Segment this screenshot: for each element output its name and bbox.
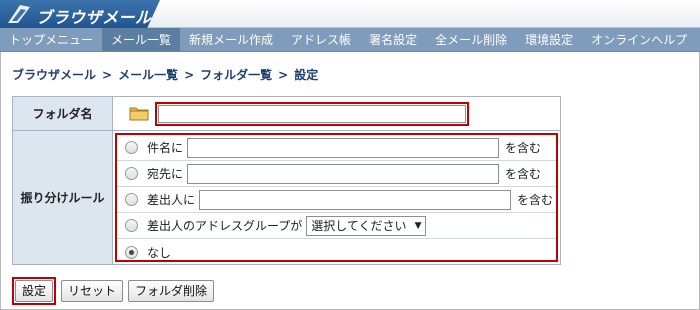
to-input[interactable] xyxy=(187,163,500,184)
address-group-label: 差出人のアドレスグループが xyxy=(147,219,303,233)
breadcrumb-item-folder-list[interactable]: フォルダ一覧 xyxy=(200,68,272,82)
nav-item-signature[interactable]: 署名設定 xyxy=(360,28,426,51)
set-button-highlight: 設定 xyxy=(12,277,57,305)
logo-icon xyxy=(8,5,30,23)
subject-suffix: を含む xyxy=(505,141,542,155)
rule-to: 宛先に を含む xyxy=(117,161,556,187)
folder-icon xyxy=(129,107,149,121)
sort-rules-highlight: 件名に を含む 宛先に を含む 差出人に を含む 差出人のアドレスグループが 選… xyxy=(115,133,558,262)
rule-address-group: 差出人のアドレスグループが 選択してください ▼ xyxy=(117,213,556,239)
folder-name-input[interactable] xyxy=(158,105,466,123)
nav-item-delete-all[interactable]: 全メール削除 xyxy=(426,28,516,51)
nav-item-top-menu[interactable]: トップメニュー xyxy=(0,28,102,51)
breadcrumb-separator: > xyxy=(184,68,195,82)
none-label: なし xyxy=(147,245,172,260)
main-nav: トップメニュー メール一覧 新規メール作成 アドレス帳 署名設定 全メール削除 … xyxy=(0,28,700,52)
breadcrumb-item-mail-list[interactable]: メール一覧 xyxy=(118,68,178,82)
subject-input[interactable] xyxy=(187,137,500,158)
sort-rules-label: 振り分けルール xyxy=(13,131,113,264)
to-label: 宛先に xyxy=(147,167,184,181)
nav-item-address-book[interactable]: アドレス帳 xyxy=(282,28,360,51)
address-group-radio[interactable] xyxy=(125,219,138,232)
reset-button[interactable]: リセット xyxy=(61,280,124,302)
address-group-select-value: 選択してください xyxy=(311,219,407,233)
subject-radio[interactable] xyxy=(125,141,138,154)
subject-label: 件名に xyxy=(147,141,184,155)
sort-rules-row: 振り分けルール 件名に を含む 宛先に を含む 差出人に を含む 差出人のアドレ… xyxy=(12,130,561,265)
action-buttons: 設定 リセット フォルダ削除 xyxy=(12,277,215,305)
breadcrumb-separator: > xyxy=(102,68,113,82)
to-suffix: を含む xyxy=(505,167,542,181)
from-input[interactable] xyxy=(199,189,512,210)
delete-folder-button[interactable]: フォルダ削除 xyxy=(128,280,215,302)
nav-item-settings[interactable]: 環境設定 xyxy=(516,28,582,51)
title-bar: ブラウザメール xyxy=(0,0,700,28)
from-label: 差出人に xyxy=(147,193,196,207)
folder-name-highlight xyxy=(155,102,469,126)
app-title: ブラウザメール xyxy=(36,8,152,27)
chevron-down-icon: ▼ xyxy=(414,220,422,231)
breadcrumb-item-settings: 設定 xyxy=(294,68,319,82)
set-button[interactable]: 設定 xyxy=(15,280,54,302)
folder-name-label: フォルダ名 xyxy=(13,97,113,130)
nav-item-mail-list[interactable]: メール一覧 xyxy=(102,28,181,51)
breadcrumb: ブラウザメール > メール一覧 > フォルダ一覧 > 設定 xyxy=(12,66,318,83)
from-radio[interactable] xyxy=(125,193,138,206)
from-suffix: を含む xyxy=(517,193,554,207)
address-group-select[interactable]: 選択してください ▼ xyxy=(306,215,427,236)
to-radio[interactable] xyxy=(125,167,138,180)
rule-subject: 件名に を含む xyxy=(117,135,556,161)
breadcrumb-item-browser-mail[interactable]: ブラウザメール xyxy=(12,68,96,82)
none-radio[interactable] xyxy=(125,245,138,259)
breadcrumb-separator: > xyxy=(278,68,289,82)
nav-item-new-mail[interactable]: 新規メール作成 xyxy=(180,28,282,51)
rule-none: なし xyxy=(117,239,556,265)
nav-item-online-help[interactable]: オンラインヘルプ xyxy=(582,28,696,51)
folder-name-row: フォルダ名 xyxy=(12,96,561,131)
sort-rules-cell: 件名に を含む 宛先に を含む 差出人に を含む 差出人のアドレスグループが 選… xyxy=(113,131,560,264)
folder-name-cell xyxy=(113,97,560,130)
rule-from: 差出人に を含む xyxy=(117,187,556,213)
